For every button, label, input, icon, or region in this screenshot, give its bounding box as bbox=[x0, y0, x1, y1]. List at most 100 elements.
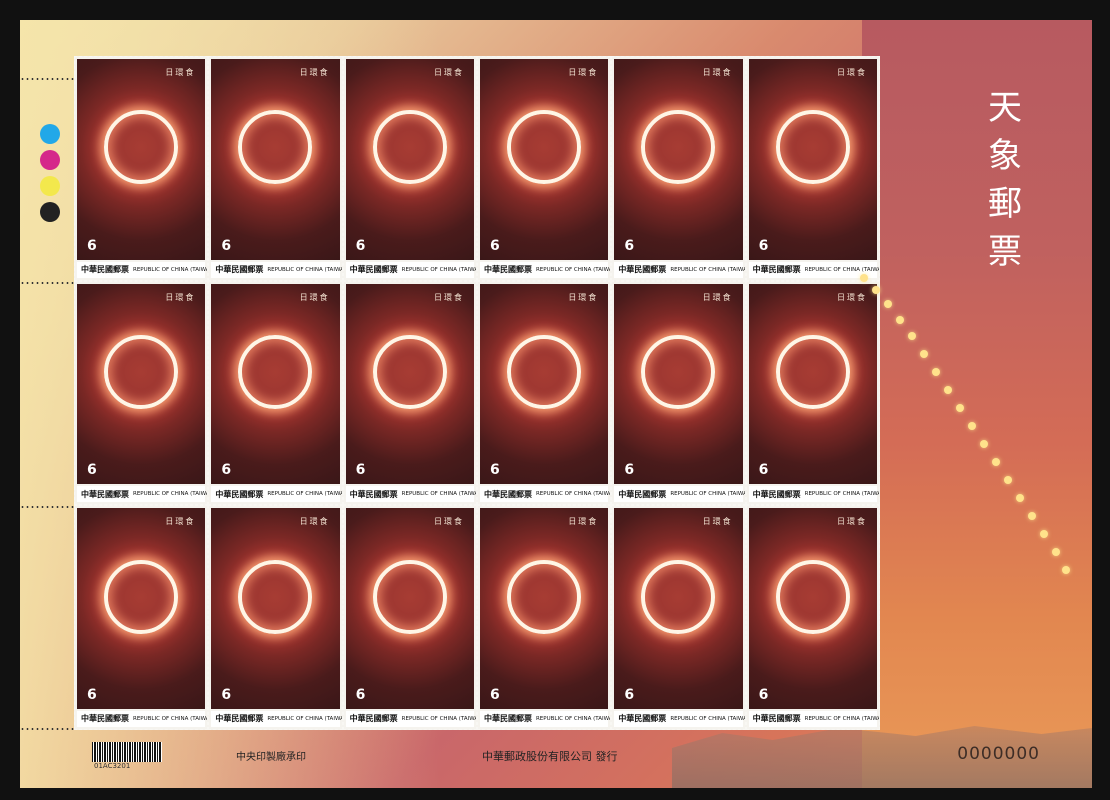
stamp-country-en: REPUBLIC OF CHINA (TAIWAN) bbox=[133, 266, 209, 273]
eclipse-sequence-dot bbox=[944, 386, 952, 394]
stamp-footer: 中華民國郵票 REPUBLIC OF CHINA (TAIWAN) bbox=[345, 710, 476, 727]
stamp-value: 6 bbox=[87, 462, 97, 479]
stamp-country-en: REPUBLIC OF CHINA (TAIWAN) bbox=[267, 266, 343, 273]
eclipse-sequence-dot bbox=[884, 300, 892, 308]
serial-number: 0000000 bbox=[957, 744, 1040, 764]
issuer-credit: 中華郵政股份有限公司 發行 bbox=[482, 750, 618, 763]
stamp: 日環食 6 中華民國郵票 REPUBLIC OF CHINA (TAIWAN) bbox=[745, 280, 880, 506]
eclipse-ring bbox=[104, 559, 179, 634]
stamp-footer: 中華民國郵票 REPUBLIC OF CHINA (TAIWAN) bbox=[77, 486, 207, 503]
stamp: 日環食 6 中華民國郵票 REPUBLIC OF CHINA (TAIWAN) bbox=[476, 280, 612, 506]
stamp-top-label: 日環食 bbox=[433, 68, 464, 77]
stamp-top-label: 日環食 bbox=[836, 517, 867, 527]
stamp-country-cn: 中華民國郵票 bbox=[483, 489, 532, 499]
stamp-top-label: 日環食 bbox=[165, 68, 196, 77]
stamp-value: 6 bbox=[758, 237, 769, 254]
stamp-value: 6 bbox=[355, 237, 366, 254]
stamp: 日環食 6 中華民國郵票 REPUBLIC OF CHINA (TAIWAN) bbox=[342, 505, 477, 730]
stamp-top-label: 日環食 bbox=[836, 68, 867, 77]
stamp-footer: 中華民國郵票 REPUBLIC OF CHINA (TAIWAN) bbox=[345, 261, 477, 278]
stamp-top-label: 日環食 bbox=[568, 517, 599, 527]
eclipse-sequence-dot bbox=[1028, 512, 1036, 520]
stamp-country-en: REPUBLIC OF CHINA (TAIWAN) bbox=[535, 266, 612, 273]
stamp-country-cn: 中華民國郵票 bbox=[618, 489, 667, 499]
stamp-country-en: REPUBLIC OF CHINA (TAIWAN) bbox=[401, 266, 477, 273]
stamp-artwork: 日環食 6 bbox=[614, 508, 743, 709]
stamp: 日環食 6 中華民國郵票 REPUBLIC OF CHINA (TAIWAN) bbox=[745, 505, 880, 730]
stamp-country-en: REPUBLIC OF CHINA (TAIWAN) bbox=[401, 491, 477, 498]
stamp-country-en: REPUBLIC OF CHINA (TAIWAN) bbox=[535, 715, 612, 722]
stamp-artwork: 日環食 6 bbox=[211, 59, 340, 260]
stamp-artwork: 日環食 6 bbox=[614, 59, 743, 260]
stamp-artwork: 日環食 6 bbox=[479, 283, 609, 485]
stamp-country-cn: 中華民國郵票 bbox=[752, 489, 801, 499]
stamp: 日環食 6 中華民國郵票 REPUBLIC OF CHINA (TAIWAN) bbox=[476, 505, 612, 730]
stamp-value: 6 bbox=[221, 462, 232, 479]
stamp-artwork: 日環食 6 bbox=[479, 59, 609, 260]
stamp: 日環食 6 中華民國郵票 REPUBLIC OF CHINA (TAIWAN) bbox=[342, 56, 477, 281]
stamp-country-cn: 中華民國郵票 bbox=[349, 265, 398, 275]
stamp-footer: 中華民國郵票 REPUBLIC OF CHINA (TAIWAN) bbox=[211, 261, 343, 278]
stamp-country-cn: 中華民國郵票 bbox=[483, 265, 532, 275]
eclipse-sequence-dot bbox=[1016, 494, 1024, 502]
stamp: 日環食 6 中華民國郵票 REPUBLIC OF CHINA (TAIWAN) bbox=[611, 280, 746, 506]
stamp: 日環食 6 中華民國郵票 REPUBLIC OF CHINA (TAIWAN) bbox=[208, 505, 343, 730]
stamp-top-label: 日環食 bbox=[433, 517, 464, 527]
stamp-country-en: REPUBLIC OF CHINA (TAIWAN) bbox=[804, 715, 880, 722]
stamp-footer: 中華民國郵票 REPUBLIC OF CHINA (TAIWAN) bbox=[614, 486, 746, 503]
stamp-country-cn: 中華民國郵票 bbox=[752, 714, 801, 724]
stamp-value: 6 bbox=[489, 686, 500, 703]
stamp-top-label: 日環食 bbox=[702, 292, 733, 302]
eclipse-sequence-dot bbox=[1062, 566, 1070, 574]
sheet-background-band bbox=[862, 20, 1092, 788]
stamp-value: 6 bbox=[87, 237, 97, 254]
stamp-top-label: 日環食 bbox=[702, 517, 733, 527]
stamp-footer: 中華民國郵票 REPUBLIC OF CHINA (TAIWAN) bbox=[614, 710, 746, 727]
stamp-top-label: 日環食 bbox=[568, 68, 599, 77]
stamp: 日環食 6 中華民國郵票 REPUBLIC OF CHINA (TAIWAN) bbox=[611, 56, 746, 281]
stamp-footer: 中華民國郵票 REPUBLIC OF CHINA (TAIWAN) bbox=[614, 261, 745, 278]
eclipse-ring bbox=[372, 110, 447, 185]
eclipse-sequence-dot bbox=[920, 350, 928, 358]
eclipse-ring bbox=[641, 110, 716, 185]
stamp-country-en: REPUBLIC OF CHINA (TAIWAN) bbox=[133, 715, 209, 722]
eclipse-sequence-dot bbox=[896, 316, 904, 324]
stamp-top-label: 日環食 bbox=[433, 292, 464, 302]
stamp: 日環食 6 中華民國郵票 REPUBLIC OF CHINA (TAIWAN) bbox=[342, 280, 477, 506]
barcode-label: 01AC3201 bbox=[94, 762, 131, 770]
eclipse-ring bbox=[641, 559, 716, 634]
eclipse-ring bbox=[775, 559, 850, 634]
stamp-footer: 中華民國郵票 REPUBLIC OF CHINA (TAIWAN) bbox=[211, 486, 342, 503]
eclipse-ring bbox=[372, 334, 447, 409]
stamp-artwork: 日環食 6 bbox=[211, 508, 340, 709]
stamp-value: 6 bbox=[758, 462, 769, 479]
stamp-value: 6 bbox=[355, 686, 366, 703]
stamp-footer: 中華民國郵票 REPUBLIC OF CHINA (TAIWAN) bbox=[479, 486, 610, 503]
stamp-top-label: 日環食 bbox=[299, 68, 330, 77]
perforation-margin-mid2 bbox=[20, 506, 76, 508]
eclipse-sequence-dot bbox=[872, 286, 880, 294]
stamp-top-label: 日環食 bbox=[836, 292, 867, 302]
stamp-country-en: REPUBLIC OF CHINA (TAIWAN) bbox=[267, 715, 343, 722]
stamp-country-en: REPUBLIC OF CHINA (TAIWAN) bbox=[670, 491, 746, 498]
eclipse-ring bbox=[507, 559, 582, 634]
eclipse-sequence-dot bbox=[908, 332, 916, 340]
stamp-sheet: 日環食 6 中華民國郵票 REPUBLIC OF CHINA (TAIWAN) … bbox=[20, 20, 1092, 788]
stamp-country-cn: 中華民國郵票 bbox=[215, 265, 264, 275]
stamp-top-label: 日環食 bbox=[299, 292, 330, 302]
color-bar-magenta bbox=[40, 150, 60, 170]
stamp-value: 6 bbox=[221, 686, 232, 703]
stamp-footer: 中華民國郵票 REPUBLIC OF CHINA (TAIWAN) bbox=[345, 486, 477, 503]
stamp-artwork: 日環食 6 bbox=[479, 508, 609, 709]
stamp-value: 6 bbox=[624, 462, 635, 479]
eclipse-sequence-dot bbox=[1004, 476, 1012, 484]
perforation-margin-mid1 bbox=[20, 282, 76, 284]
stamp-country-cn: 中華民國郵票 bbox=[349, 714, 398, 724]
stamp-country-cn: 中華民國郵票 bbox=[81, 489, 129, 499]
stamp-country-en: REPUBLIC OF CHINA (TAIWAN) bbox=[670, 715, 746, 722]
stamp-artwork: 日環食 6 bbox=[77, 59, 206, 260]
stamp-footer: 中華民國郵票 REPUBLIC OF CHINA (TAIWAN) bbox=[77, 710, 209, 727]
stamp-artwork: 日環食 6 bbox=[748, 59, 877, 260]
sheet-title: 天象郵票 bbox=[988, 88, 1022, 272]
eclipse-ring bbox=[507, 334, 582, 409]
